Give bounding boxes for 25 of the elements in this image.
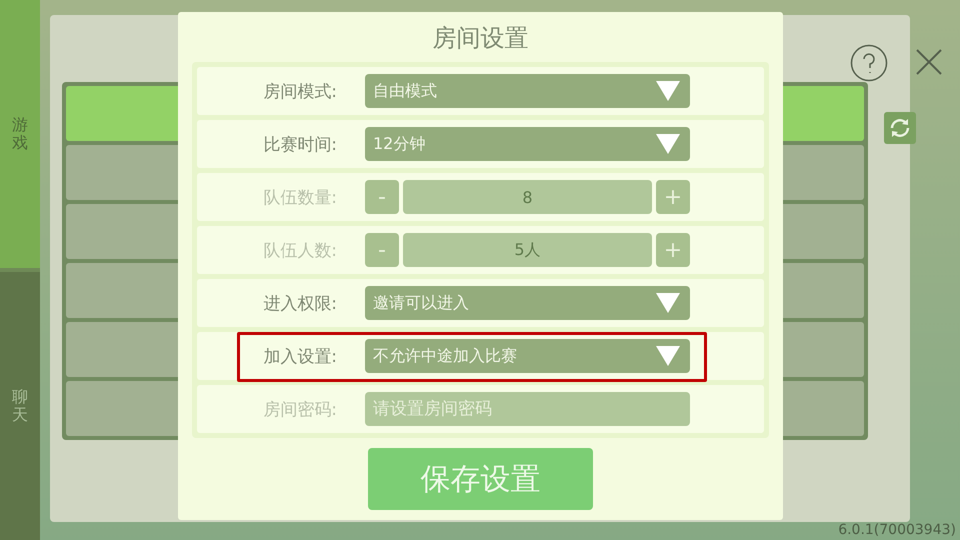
setting-label: 房间密码:: [262, 398, 337, 420]
sidebar-tab[interactable]: 游戏: [0, 0, 40, 268]
setting-label: 比赛时间:: [262, 134, 337, 156]
setting-label: 队伍数量:: [262, 186, 337, 208]
dialog-title: 房间设置: [432, 23, 528, 54]
caret-icon: [656, 346, 680, 366]
version-text: 6.0.1(70003943): [838, 522, 956, 538]
caret-icon: [656, 134, 680, 154]
caret-icon: [656, 81, 680, 101]
dropdown[interactable]: 自由模式: [365, 74, 690, 108]
stepper-value: 8: [403, 180, 652, 214]
refresh-button[interactable]: [884, 112, 916, 144]
stepper-value: 5人: [403, 233, 652, 267]
setting-label: 队伍人数:: [262, 240, 337, 262]
help-icon[interactable]: [850, 44, 888, 82]
sidebar-tab[interactable]: 聊天: [0, 272, 40, 540]
setting-label: 加入设置:: [262, 346, 337, 368]
setting-label: 进入权限:: [262, 292, 337, 314]
dropdown[interactable]: 邀请可以进入: [365, 286, 690, 320]
dropdown[interactable]: 不允许中途加入比赛: [365, 339, 690, 373]
caret-icon: [656, 293, 680, 313]
dropdown[interactable]: 12分钟: [365, 127, 690, 161]
close-icon[interactable]: [916, 49, 942, 75]
save-button[interactable]: 保存设置: [368, 448, 593, 510]
setting-label: 房间模式:: [262, 80, 337, 102]
